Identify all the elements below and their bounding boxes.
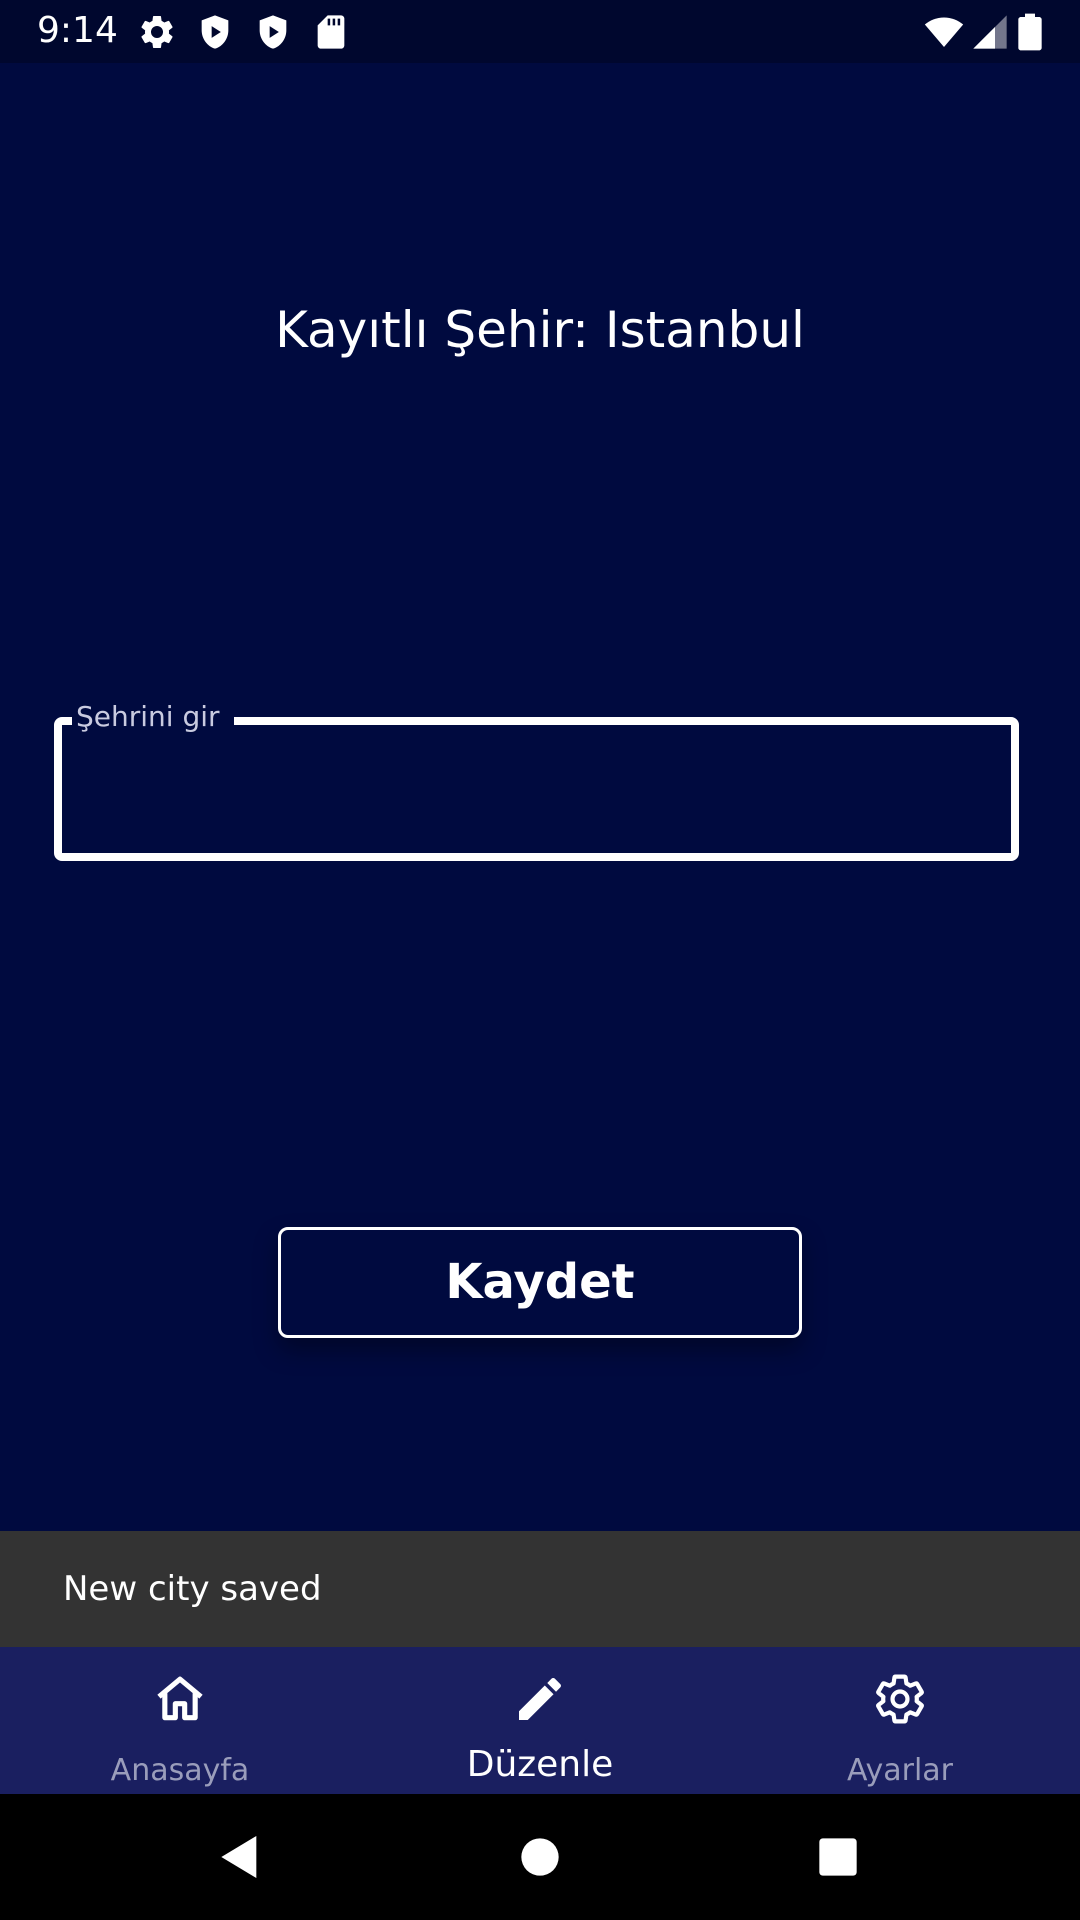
save-button[interactable]: Kaydet xyxy=(278,1227,802,1338)
snackbar: New city saved xyxy=(0,1531,1080,1647)
nav-label-anasayfa: Anasayfa xyxy=(110,1753,250,1788)
city-field-label: Şehrini gir xyxy=(72,697,234,737)
screen: 9:14 Kayıtlı Şehir: Istanbul Şehrini gir… xyxy=(0,0,1080,1920)
nav-item-ayarlar[interactable]: Ayarlar xyxy=(720,1647,1080,1794)
edit-pencil-icon xyxy=(512,1671,568,1727)
bottom-navigation: Anasayfa Düzenle Ayarlar xyxy=(0,1647,1080,1794)
sd-card-icon xyxy=(311,12,351,52)
status-bar: 9:14 xyxy=(0,0,1080,63)
gear-icon xyxy=(137,12,177,52)
nav-label-duzenle: Düzenle xyxy=(466,1744,614,1785)
battery-icon xyxy=(1012,12,1048,52)
home-circle-icon[interactable] xyxy=(512,1829,568,1885)
system-navigation-bar xyxy=(0,1794,1080,1920)
saved-city-label: Kayıtlı Şehir: Istanbul xyxy=(275,301,805,359)
shield-play-icon xyxy=(195,12,235,52)
settings-gear-icon xyxy=(872,1671,928,1727)
status-time: 9:14 xyxy=(37,10,118,51)
back-icon[interactable] xyxy=(212,1829,268,1885)
snackbar-message: New city saved xyxy=(63,1569,322,1609)
signal-icon xyxy=(970,12,1010,52)
shield-play-icon xyxy=(253,12,293,52)
city-input[interactable] xyxy=(82,755,986,817)
nav-label-ayarlar: Ayarlar xyxy=(846,1753,953,1788)
home-icon xyxy=(152,1671,208,1727)
nav-item-duzenle[interactable]: Düzenle xyxy=(360,1647,720,1794)
city-text-field[interactable]: Şehrini gir xyxy=(54,697,1019,861)
recents-square-icon[interactable] xyxy=(810,1829,866,1885)
wifi-icon xyxy=(922,12,966,52)
nav-item-anasayfa[interactable]: Anasayfa xyxy=(0,1647,360,1794)
